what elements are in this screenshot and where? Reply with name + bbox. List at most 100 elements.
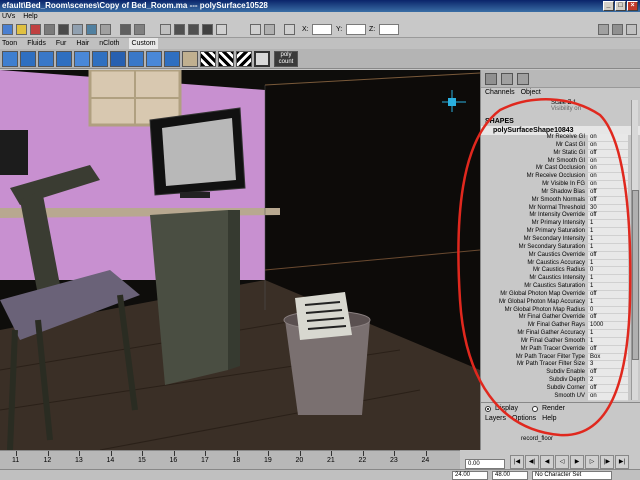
- y-label: Y:: [336, 26, 343, 33]
- menu-uvs[interactable]: UVs: [2, 12, 15, 22]
- clapboard-icon[interactable]: [174, 24, 185, 35]
- snapshot-icon[interactable]: [160, 24, 171, 35]
- tab-fur[interactable]: Fur: [56, 38, 67, 49]
- tick-mark: [331, 451, 332, 456]
- input-mode-icon[interactable]: [250, 24, 261, 35]
- step-forward-button[interactable]: ▷: [585, 455, 599, 469]
- shelf-tool-icon[interactable]: [182, 51, 198, 67]
- close-button[interactable]: ×: [627, 1, 638, 11]
- step-back-button[interactable]: ◀: [540, 455, 554, 469]
- shelf-tabs: Toon Fluids Fur Hair nCloth Custom: [0, 38, 640, 49]
- range-end-field[interactable]: 48.00: [492, 471, 528, 480]
- shelf-tool-icon[interactable]: [2, 51, 18, 67]
- shelf-tool-icon[interactable]: [128, 51, 144, 67]
- tick-label: 12: [43, 457, 52, 464]
- tab-ncloth[interactable]: nCloth: [99, 38, 119, 49]
- history-icon[interactable]: [2, 24, 13, 35]
- grid-snap-icon[interactable]: [44, 24, 55, 35]
- z-field[interactable]: [379, 24, 399, 35]
- tick-label: 16: [169, 457, 178, 464]
- snap-icon[interactable]: [16, 24, 27, 35]
- point-snap-icon[interactable]: [72, 24, 83, 35]
- select-icon[interactable]: [254, 51, 270, 67]
- channel-box-icon[interactable]: [626, 24, 637, 35]
- status-line: X: Y: Z:: [0, 22, 640, 38]
- shelf-tool-icon[interactable]: [56, 51, 72, 67]
- menu-help[interactable]: Help: [23, 12, 37, 22]
- go-to-end-button[interactable]: ▶|: [615, 455, 629, 469]
- attribute-editor-icon[interactable]: [612, 24, 623, 35]
- render-view-icon[interactable]: [202, 24, 213, 35]
- shelf-tool-icon[interactable]: [38, 51, 54, 67]
- viewport-3d[interactable]: [0, 70, 480, 450]
- range-start-field[interactable]: 24.00: [452, 471, 488, 480]
- tick-label: 18: [232, 457, 241, 464]
- input-output-icon[interactable]: [134, 24, 145, 35]
- tick-mark: [79, 451, 80, 456]
- tick-label: 14: [106, 457, 115, 464]
- construction-history-icon[interactable]: [120, 24, 131, 35]
- maximize-button[interactable]: □: [615, 1, 626, 11]
- render-settings-icon[interactable]: [216, 24, 227, 35]
- title-bar: efault\Bed_Room\scenes\Copy of Bed_Room.…: [0, 0, 640, 12]
- tick-label: 22: [358, 457, 367, 464]
- tick-mark: [173, 451, 175, 456]
- shelf-tool-icon[interactable]: [92, 51, 108, 67]
- tick-label: 19: [264, 457, 272, 464]
- render-region-icon[interactable]: [188, 24, 199, 35]
- tick-mark: [299, 451, 301, 456]
- step-back-key-button[interactable]: ◀|: [525, 455, 539, 469]
- checker-icon[interactable]: [218, 51, 234, 67]
- x-field[interactable]: [312, 24, 332, 35]
- view-snap-icon[interactable]: [86, 24, 97, 35]
- speaker: [0, 130, 28, 175]
- checker-icon[interactable]: [200, 51, 216, 67]
- play-back-button[interactable]: ◁: [555, 455, 569, 469]
- tick-label: 17: [201, 457, 209, 464]
- checker-icon[interactable]: [236, 51, 252, 67]
- scene-render: [0, 70, 480, 450]
- minimize-button[interactable]: _: [603, 1, 614, 11]
- tick-mark: [268, 451, 269, 456]
- shelf-tool-icon[interactable]: [164, 51, 180, 67]
- tick-mark: [236, 451, 238, 456]
- tick-label: 13: [75, 457, 83, 464]
- poly-label: poly: [280, 52, 292, 58]
- tick-mark: [47, 451, 49, 456]
- poly-count-button[interactable]: poly count: [274, 51, 298, 67]
- magnet-icon[interactable]: [30, 24, 41, 35]
- annotation-circle: [457, 98, 632, 437]
- shelf-tool-icon[interactable]: [110, 51, 126, 67]
- shelf-tool-icon[interactable]: [20, 51, 36, 67]
- time-slider[interactable]: 11 12 13 14 15 16 17 18 19 20 21 22 23 24: [0, 450, 460, 469]
- shelf-tool-icon[interactable]: [74, 51, 90, 67]
- z-label: Z:: [369, 26, 376, 33]
- annotation-overlay: [457, 98, 632, 437]
- tick-mark: [16, 451, 17, 456]
- transform-icon[interactable]: [284, 24, 295, 35]
- go-to-start-button[interactable]: |◀: [510, 455, 524, 469]
- current-frame-field[interactable]: 0.00: [465, 459, 505, 469]
- tick-label: 15: [138, 457, 146, 464]
- live-surface-icon[interactable]: [100, 24, 111, 35]
- shelf-tool-icon[interactable]: [146, 51, 162, 67]
- tab-custom[interactable]: Custom: [129, 38, 158, 49]
- tab-toon[interactable]: Toon: [2, 38, 17, 49]
- tab-hair[interactable]: Hair: [76, 38, 89, 49]
- tab-fluids[interactable]: Fluids: [27, 38, 46, 49]
- tick-label: 11: [12, 457, 20, 464]
- curve-snap-icon[interactable]: [58, 24, 69, 35]
- monitor-screen: [162, 118, 236, 186]
- character-set-field[interactable]: No Character Set: [532, 471, 612, 480]
- play-button[interactable]: ▶: [570, 455, 584, 469]
- step-forward-key-button[interactable]: |▶: [600, 455, 614, 469]
- x-label: X:: [302, 26, 309, 33]
- paper: [295, 292, 352, 340]
- tick-mark: [142, 451, 143, 456]
- y-field[interactable]: [346, 24, 366, 35]
- count-label: count: [278, 59, 294, 65]
- tick-mark: [425, 451, 427, 456]
- numeric-input-icon[interactable]: [264, 24, 275, 35]
- tick-label: 23: [390, 457, 398, 464]
- modeling-toolkit-icon[interactable]: [598, 24, 609, 35]
